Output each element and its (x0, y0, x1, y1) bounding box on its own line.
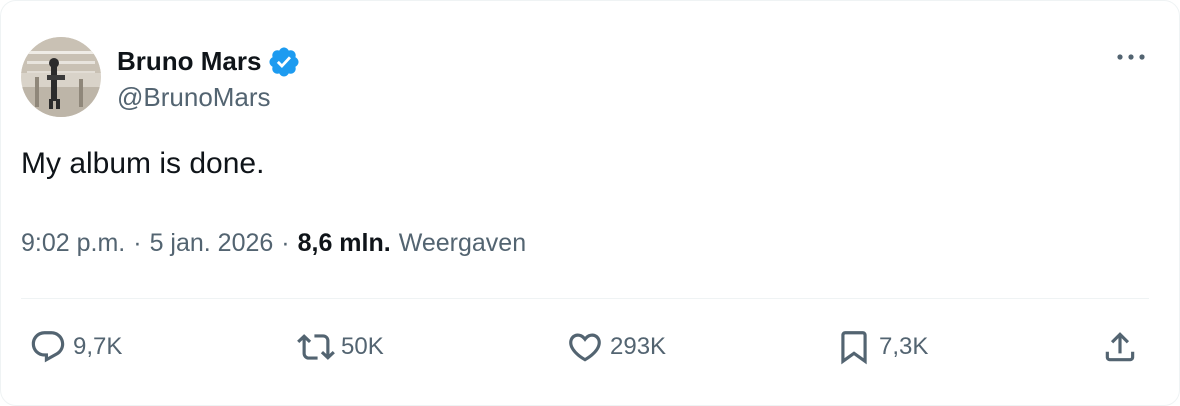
bookmark-icon (841, 331, 867, 365)
name-row: Bruno Mars (117, 42, 301, 82)
views-label[interactable]: Weergaven (399, 229, 526, 258)
more-options-icon[interactable] (1111, 45, 1151, 69)
tweet-meta: 9:02 p.m. · 5 jan. 2026 · 8,6 mln. Weerg… (21, 229, 526, 258)
views-count[interactable]: 8,6 mln. (298, 229, 391, 258)
reply-count: 9,7K (73, 333, 123, 360)
author-handle[interactable]: @BrunoMars (117, 82, 301, 113)
meta-separator: · (281, 229, 290, 257)
verified-badge-icon[interactable] (267, 45, 301, 79)
reply-icon (31, 331, 65, 363)
avatar-photo (21, 37, 101, 117)
share-button[interactable] (1101, 319, 1139, 375)
retweet-count: 50K (341, 333, 384, 360)
reply-button[interactable]: 9,7K (29, 319, 122, 375)
tweet-text: My album is done. (21, 147, 265, 180)
like-button[interactable]: 293K (566, 319, 666, 375)
bookmark-count: 7,3K (879, 333, 929, 360)
avatar[interactable] (21, 37, 101, 117)
heart-icon (569, 333, 601, 362)
tweet-date[interactable]: 5 jan. 2026 (150, 229, 274, 258)
meta-separator: · (133, 229, 142, 257)
share-icon (1105, 332, 1135, 362)
tweet-card: Bruno Mars @BrunoMars My album is done. … (0, 0, 1180, 406)
tweet-time[interactable]: 9:02 p.m. (21, 229, 125, 258)
like-count: 293K (610, 333, 667, 360)
tweet-header: Bruno Mars @BrunoMars (21, 37, 301, 117)
retweet-icon (297, 334, 335, 360)
user-info: Bruno Mars @BrunoMars (117, 42, 301, 113)
author-name[interactable]: Bruno Mars (117, 46, 261, 77)
retweet-button[interactable]: 50K (297, 319, 384, 375)
divider (21, 298, 1149, 299)
action-bar: 9,7K 50K 293K 7,3K (1, 319, 1180, 375)
bookmark-button[interactable]: 7,3K (835, 319, 928, 375)
